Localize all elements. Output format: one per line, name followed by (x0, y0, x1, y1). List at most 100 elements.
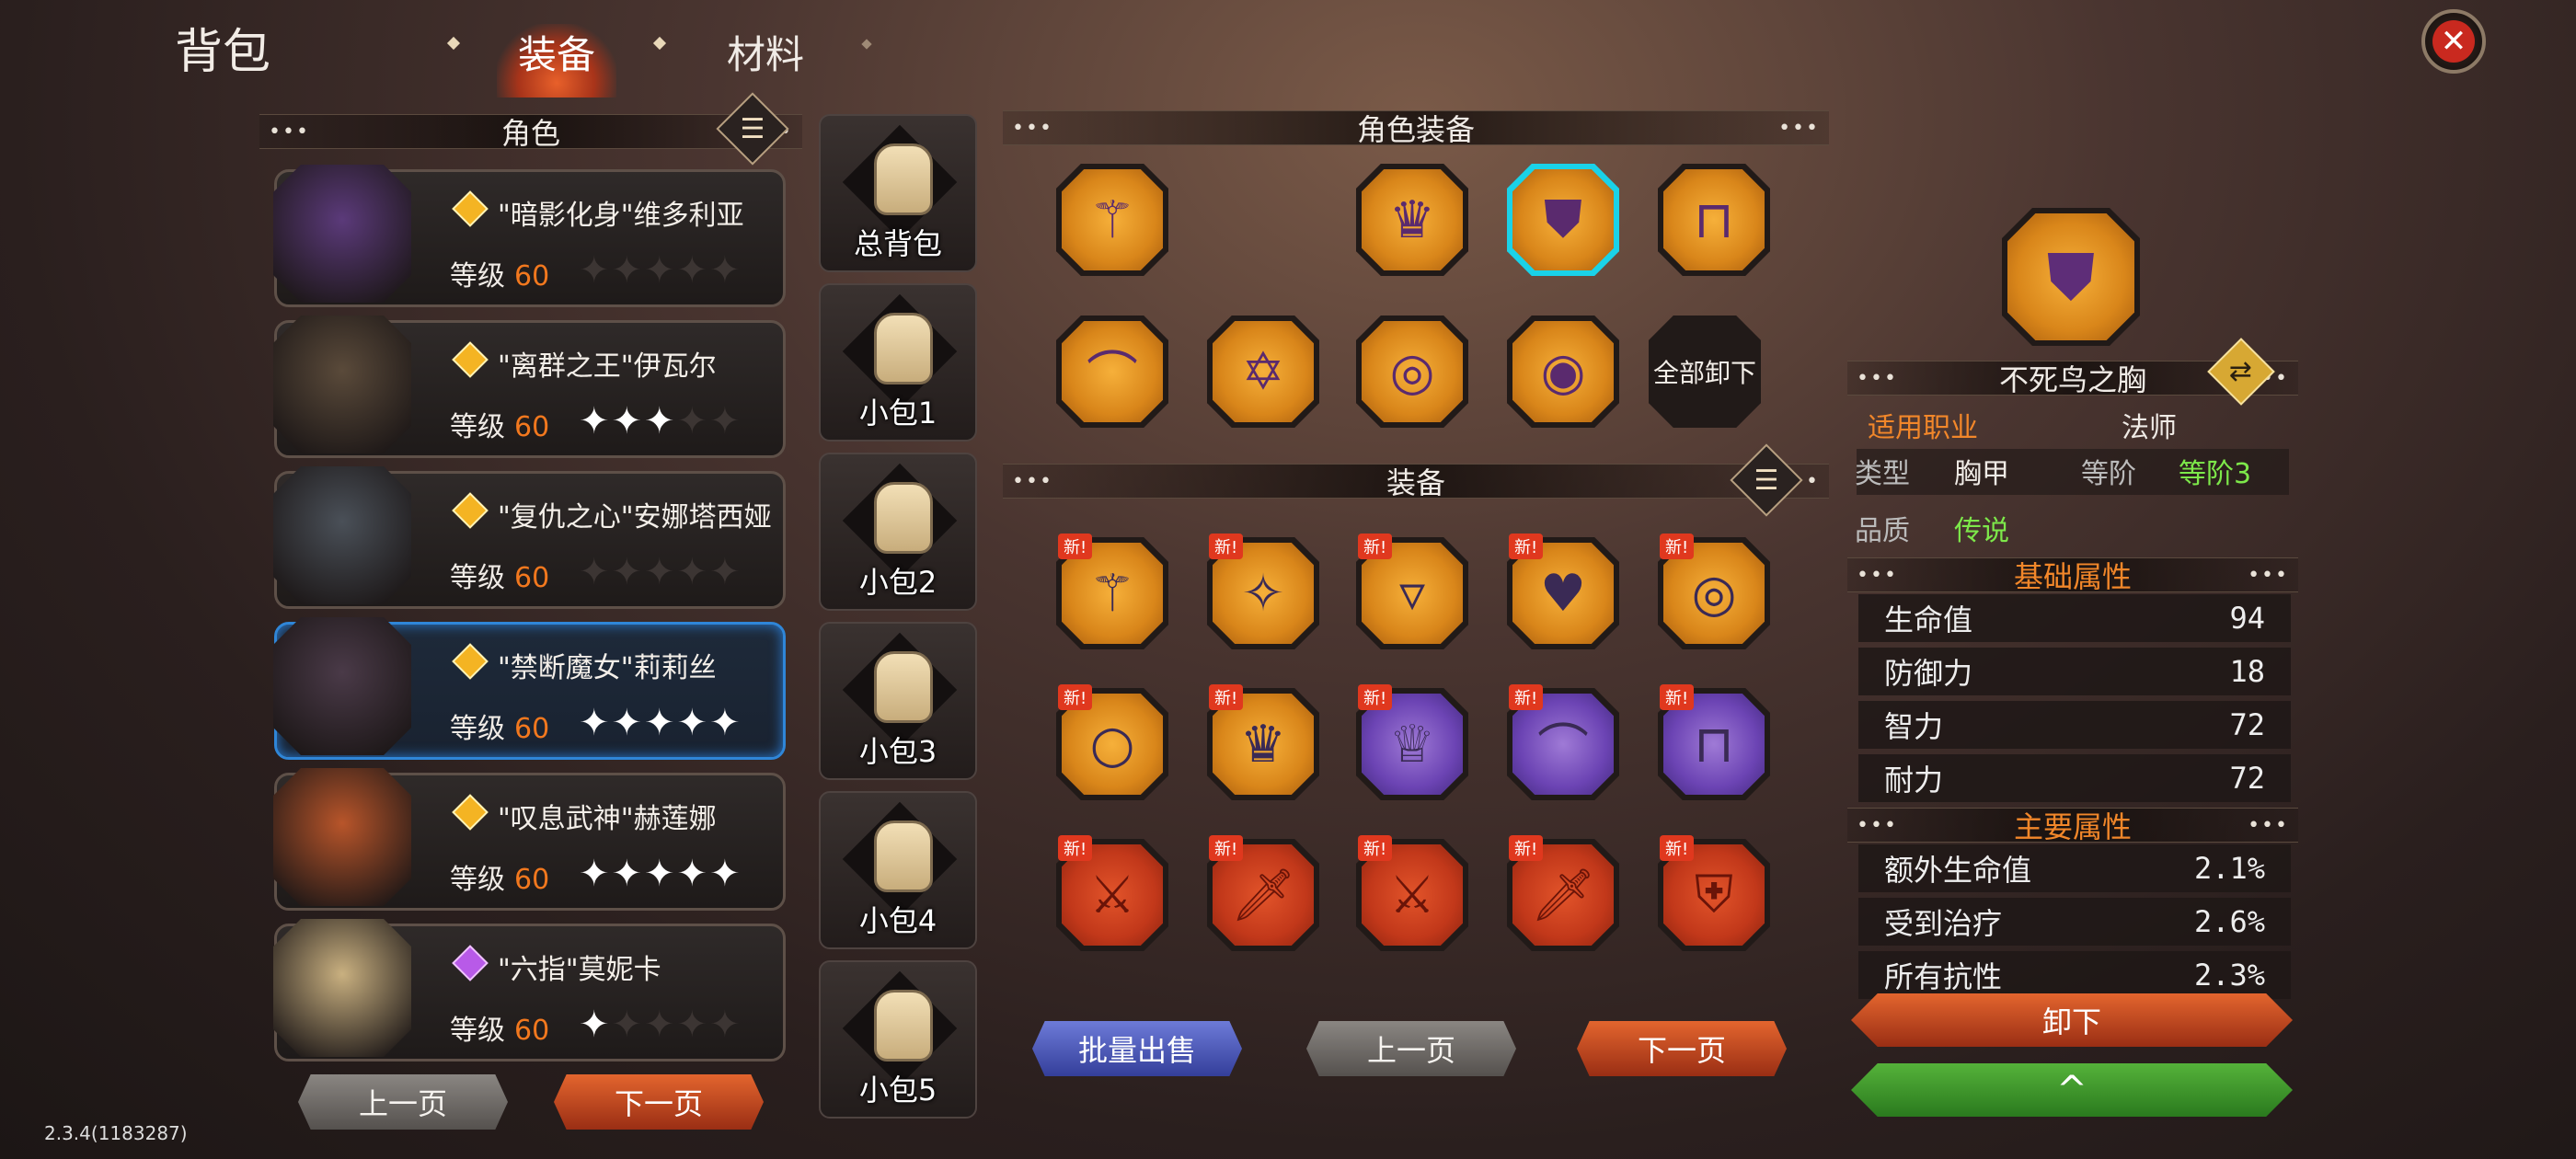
bag-small-2[interactable]: 小包2 (819, 453, 977, 611)
attribute-value: 72 (2229, 761, 2265, 796)
attribute-value: 18 (2229, 654, 2265, 689)
equipped-slot[interactable]: ⌒ (1056, 316, 1168, 428)
tab-materials[interactable]: 材料 (727, 24, 804, 80)
attribute-name: 额外生命值 (1884, 853, 2032, 888)
tab-equipment[interactable]: 装备 (497, 24, 616, 98)
character-card[interactable]: "叹息武神"赫莲娜 等级 60 ✦✦✦✦✦ (273, 768, 786, 911)
star-icon: ✦ (611, 249, 645, 292)
new-badge: 新! (1209, 534, 1244, 559)
type-label: 类型 (1855, 458, 1910, 490)
character-card[interactable]: "六指"莫妮卡 等级 60 ✦✦✦✦✦ (273, 919, 786, 1061)
character-portrait (273, 165, 411, 303)
main-attrs-title: 主要属性 (2013, 809, 2132, 844)
dots-icon: ••• (1857, 564, 1898, 587)
equipped-slot[interactable]: ⊓ (1658, 164, 1770, 276)
bag-icon (874, 651, 933, 723)
attribute-name: 耐力 (1884, 763, 1944, 798)
bag-small-1[interactable]: 小包1 (819, 283, 977, 442)
tier-value: 等阶3 (2179, 458, 2252, 490)
star-icon: ✦ (676, 1004, 710, 1046)
equipped-slot[interactable]: ◉ (1507, 316, 1619, 428)
attribute-row: 生命值 94 (1858, 594, 2291, 642)
equipment-header: ••• 装备 ••• (1003, 464, 1829, 500)
character-level: 等级 60 (450, 864, 550, 896)
star-icon: ✦ (676, 249, 710, 292)
upgrade-icon: ^ (2056, 1069, 2087, 1111)
close-icon: ✕ (2432, 20, 2475, 63)
character-equipment-header: ••• 角色装备 ••• (1003, 110, 1829, 147)
bag-small-5[interactable]: 小包5 (819, 960, 977, 1119)
page-title: 背包 (175, 25, 271, 80)
star-icon: ✦ (611, 853, 645, 895)
detail-item-icon: ⛊ (2002, 208, 2140, 346)
equipped-slot[interactable]: ⛊ (1507, 164, 1619, 276)
bag-icon (874, 313, 933, 384)
character-name: "六指"莫妮卡 (498, 954, 661, 986)
equipped-slot[interactable]: ⚚ (1056, 164, 1168, 276)
attribute-row: 智力 72 (1858, 701, 2291, 749)
bag-label: 小包3 (858, 734, 937, 769)
new-badge: 新! (1209, 684, 1244, 710)
quality-label: 品质 (1855, 515, 1910, 547)
star-icon: ✦ (644, 702, 677, 744)
rarity-gem-icon (452, 643, 489, 680)
tier-label: 等阶 (2081, 458, 2136, 490)
attribute-value: 94 (2229, 601, 2265, 636)
star-icon: ✦ (611, 702, 645, 744)
equipment-sort-button[interactable]: ☰ (1730, 443, 1803, 517)
character-card[interactable]: "离群之王"伊瓦尔 等级 60 ✦✦✦✦✦ (273, 316, 786, 458)
bag-small-3[interactable]: 小包3 (819, 622, 977, 780)
equipment-title: 装备 (1386, 465, 1445, 500)
character-portrait (273, 919, 411, 1057)
star-icon: ✦ (644, 400, 677, 442)
pants-icon: ⊓ (1663, 169, 1765, 270)
roles-next-page-button[interactable]: 下一页 (554, 1074, 764, 1130)
star-icon: ✦ (709, 249, 742, 292)
equipped-slot[interactable]: ◎ (1356, 316, 1468, 428)
character-portrait (273, 316, 411, 453)
star-icon: ✦ (579, 702, 612, 744)
star-icon: ✦ (644, 1004, 677, 1046)
star-icon: ✦ (676, 853, 710, 895)
character-stars: ✦✦✦✦✦ (579, 702, 742, 744)
crown-icon: ♛ (1362, 169, 1463, 270)
sort-icon: ☰ (740, 112, 765, 145)
unequip-button[interactable]: 卸下 (1851, 993, 2293, 1047)
character-card[interactable]: "复仇之心"安娜塔西娅 等级 60 ✦✦✦✦✦ (273, 466, 786, 609)
equipped-slot[interactable]: ✡ (1207, 316, 1319, 428)
equipment-next-page-button[interactable]: 下一页 (1577, 1021, 1787, 1076)
equipped-slot[interactable]: ♛ (1356, 164, 1468, 276)
bag-label: 小包2 (858, 565, 937, 600)
attribute-value: 72 (2229, 707, 2265, 742)
new-badge: 新! (1509, 684, 1544, 710)
attribute-value: 2.1% (2193, 851, 2265, 886)
bag-main[interactable]: 总背包 (819, 114, 977, 272)
character-card[interactable]: "禁断魔女"莉莉丝 等级 60 ✦✦✦✦✦ (273, 617, 786, 760)
attribute-row: 额外生命值 2.1% (1858, 844, 2291, 892)
batch-sell-button[interactable]: 批量出售 (1032, 1021, 1242, 1076)
star-icon: ✦ (579, 1004, 612, 1046)
upgrade-button[interactable]: ^ (1851, 1063, 2293, 1117)
new-badge: 新! (1058, 534, 1093, 559)
star-icon: ✦ (709, 400, 742, 442)
equipment-prev-page-button[interactable]: 上一页 (1306, 1021, 1516, 1076)
character-card[interactable]: "暗影化身"维多利亚 等级 60 ✦✦✦✦✦ (273, 165, 786, 307)
character-level: 等级 60 (450, 713, 550, 745)
rarity-gem-icon (452, 945, 489, 981)
character-level: 等级 60 (450, 1015, 550, 1047)
unequip-all-button[interactable]: 全部卸下 (1649, 316, 1761, 428)
attribute-row: 耐力 72 (1858, 754, 2291, 802)
roles-title: 角色 (500, 116, 560, 151)
rarity-gem-icon (452, 492, 489, 529)
star-icon: ✦ (709, 551, 742, 593)
sort-button[interactable]: ☰ (716, 92, 789, 166)
bag-small-4[interactable]: 小包4 (819, 791, 977, 949)
attribute-name: 生命值 (1884, 602, 1973, 637)
roles-prev-page-button[interactable]: 上一页 (298, 1074, 508, 1130)
attribute-name: 智力 (1884, 709, 1944, 744)
close-button[interactable]: ✕ (2421, 9, 2486, 74)
star-icon: ✦ (579, 853, 612, 895)
new-badge: 新! (1358, 534, 1393, 559)
ring-icon: ◎ (1362, 321, 1463, 422)
boots-icon: ⌒ (1062, 321, 1163, 422)
